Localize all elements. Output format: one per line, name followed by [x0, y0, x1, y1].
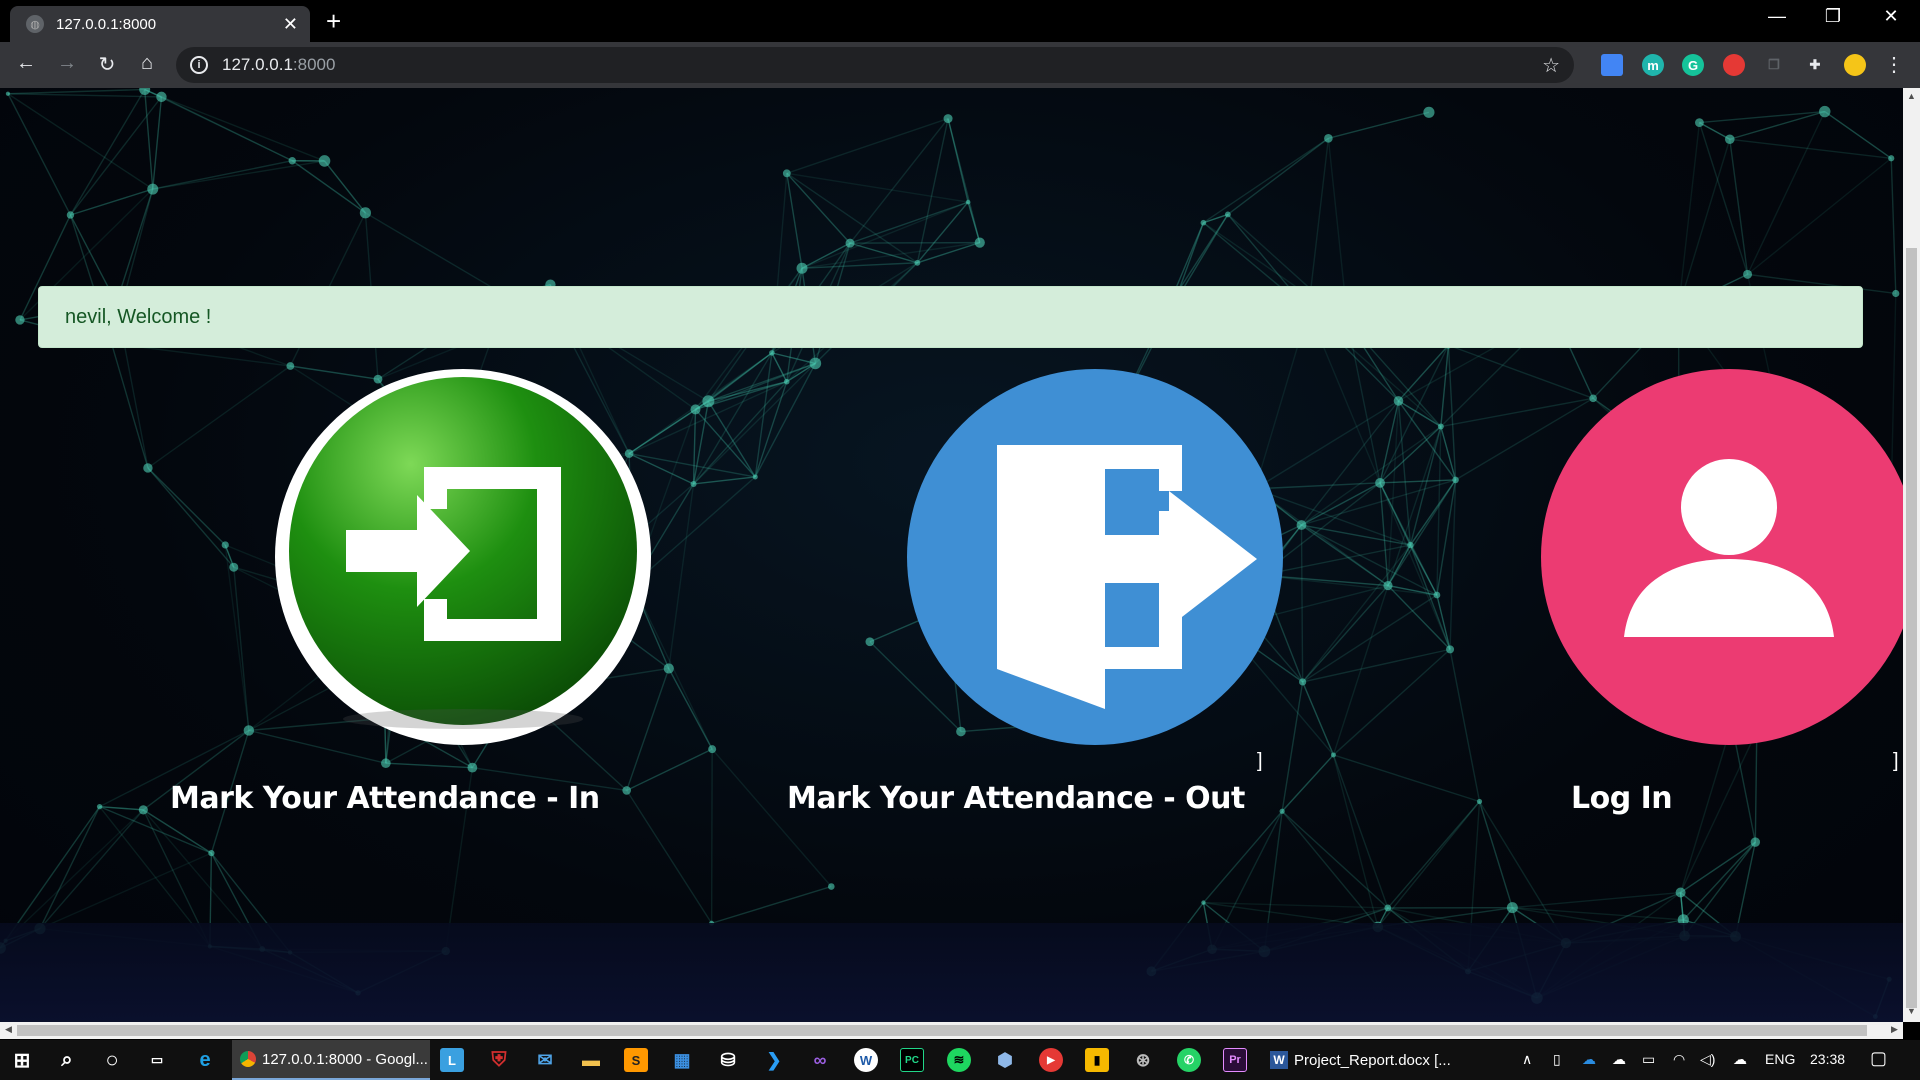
language-indicator[interactable]: ENG	[1765, 1051, 1795, 1067]
reload-button[interactable]: ↻	[93, 52, 121, 77]
browser-toolbar: ← → ↻ ⌂ i 127.0.0.1:8000 ☆ m G ❐ ✚ ⋮	[0, 42, 1920, 88]
clock[interactable]: 23:38	[1810, 1051, 1845, 1067]
page-viewport: nevil, Welcome ! Mark Your Attendance - …	[0, 88, 1903, 1022]
whatsapp-icon[interactable]: ✆	[1177, 1048, 1201, 1072]
new-tab-button[interactable]: +	[326, 8, 341, 34]
onedrive-personal-icon[interactable]: ☁	[1612, 1051, 1626, 1068]
attendance-out-button[interactable]	[907, 369, 1283, 745]
browser-tab-strip: ◍ 127.0.0.1:8000 ✕ + — ❐ ✕	[0, 0, 1920, 42]
window-close-button[interactable]: ✕	[1868, 6, 1914, 27]
search-icon[interactable]: ⌕	[55, 1048, 79, 1072]
steam-icon[interactable]: ⊛	[1131, 1048, 1155, 1072]
taskbar-word-label: Project_Report.docx [...	[1294, 1051, 1451, 1069]
attendance-out-label[interactable]: Mark Your Attendance - Out	[787, 781, 1245, 816]
taskbar-chrome-label: 127.0.0.1:8000 - Googl...	[262, 1050, 428, 1068]
sticky-notes-icon[interactable]: ▮	[1085, 1048, 1109, 1072]
scroll-up-arrow-icon[interactable]: ▲	[1903, 91, 1920, 101]
edge-icon[interactable]: e	[193, 1048, 217, 1072]
url-host: 127.0.0.1	[222, 55, 293, 74]
scroll-right-arrow-icon[interactable]: ▶	[1886, 1024, 1903, 1035]
site-info-icon[interactable]: i	[190, 56, 208, 74]
calculator-grid-icon[interactable]: ▦	[670, 1048, 694, 1072]
sign-in-icon	[289, 377, 637, 729]
scroll-down-arrow-icon[interactable]: ▼	[1903, 1006, 1920, 1016]
store-icon[interactable]: ⛁	[716, 1048, 740, 1072]
tray-overflow-icon[interactable]: ∧	[1522, 1051, 1532, 1068]
minimize-button[interactable]: —	[1754, 6, 1800, 27]
stray-bracket: ]	[1257, 750, 1263, 772]
stray-bracket: ]	[1893, 750, 1899, 772]
windows-start-icon[interactable]: ⊞	[10, 1048, 34, 1072]
forward-button[interactable]: →	[53, 52, 81, 75]
onedrive-icon[interactable]: ☁	[1582, 1051, 1596, 1068]
globe-icon: ◍	[26, 15, 44, 33]
copy-extension-icon[interactable]: ❐	[1763, 54, 1785, 76]
browser-tab[interactable]: ◍ 127.0.0.1:8000 ✕	[10, 6, 310, 42]
cortana-icon[interactable]: ○	[100, 1047, 124, 1072]
cube-app-icon[interactable]: ⬢	[993, 1048, 1017, 1072]
welcome-message: nevil, Welcome !	[65, 305, 212, 328]
media-player-icon[interactable]: ▶	[1039, 1048, 1063, 1072]
bookmark-star-icon[interactable]: ☆	[1542, 53, 1560, 78]
battery-icon[interactable]: ▭	[1642, 1051, 1655, 1068]
footer-band	[0, 923, 1903, 1022]
login-button[interactable]	[1541, 369, 1903, 745]
l-app-icon[interactable]: L	[440, 1048, 464, 1072]
visual-studio-icon[interactable]: ∞	[808, 1048, 832, 1072]
mcafee-icon[interactable]: ⛨	[487, 1048, 511, 1072]
taskbar-chrome-app[interactable]: 127.0.0.1:8000 - Googl...	[232, 1040, 430, 1080]
tray-device-icon[interactable]: ▯	[1553, 1051, 1561, 1068]
tab-close-icon[interactable]: ✕	[283, 14, 298, 35]
chrome-icon	[240, 1051, 256, 1067]
file-explorer-icon[interactable]: ▬	[579, 1048, 603, 1072]
restore-button[interactable]: ❐	[1810, 6, 1856, 27]
grammarly-icon[interactable]: G	[1682, 54, 1704, 76]
scroll-left-arrow-icon[interactable]: ◀	[0, 1024, 17, 1035]
pycharm-icon[interactable]: PC	[900, 1048, 924, 1072]
vertical-scrollbar[interactable]: ▲ ▼	[1903, 88, 1920, 1022]
sublime-icon[interactable]: S	[624, 1048, 648, 1072]
home-button[interactable]: ⌂	[133, 52, 161, 75]
chrome-menu-icon[interactable]: ⋮	[1880, 52, 1908, 77]
address-bar[interactable]: i 127.0.0.1:8000 ☆	[176, 47, 1574, 83]
profile-avatar[interactable]	[1844, 54, 1866, 76]
attendance-in-button[interactable]	[275, 369, 651, 745]
notifications-icon[interactable]: ▢	[1870, 1048, 1887, 1069]
word-icon: W	[1270, 1051, 1288, 1069]
url-port: :8000	[292, 55, 336, 74]
user-icon	[1624, 459, 1834, 637]
mail-icon[interactable]: ✉	[533, 1048, 557, 1072]
back-button[interactable]: ←	[12, 52, 40, 75]
welcome-alert: nevil, Welcome !	[38, 286, 1863, 348]
upload-cloud-icon[interactable]: ☁	[1733, 1051, 1747, 1068]
vertical-scroll-thumb[interactable]	[1906, 248, 1917, 1008]
premiere-icon[interactable]: Pr	[1223, 1048, 1247, 1072]
horizontal-scrollbar[interactable]: ◀ ▶	[0, 1022, 1903, 1039]
sheets-extension-icon[interactable]	[1601, 54, 1623, 76]
horizontal-scroll-thumb[interactable]	[17, 1025, 1867, 1036]
tab-title: 127.0.0.1:8000	[56, 15, 157, 33]
vscode-icon[interactable]: ❯	[762, 1048, 786, 1072]
volume-icon[interactable]: ◁)	[1700, 1051, 1715, 1068]
w-app-icon[interactable]: W	[854, 1048, 878, 1072]
exit-door-icon	[997, 445, 1257, 709]
spotify-icon[interactable]: ≋	[947, 1048, 971, 1072]
taskbar-word-app[interactable]: W Project_Report.docx [...	[1262, 1040, 1460, 1080]
login-label[interactable]: Log In	[1571, 781, 1673, 816]
extensions-puzzle-icon[interactable]: ✚	[1804, 54, 1826, 76]
attendance-in-label[interactable]: Mark Your Attendance - In	[170, 781, 600, 816]
windows-taskbar: ⊞ ⌕ ○ ▭ e 127.0.0.1:8000 - Googl... L ⛨ …	[0, 1040, 1920, 1080]
hand-extension-icon[interactable]	[1723, 54, 1745, 76]
m-extension-icon[interactable]: m	[1642, 54, 1664, 76]
wifi-icon[interactable]: ◠	[1673, 1051, 1685, 1068]
task-view-icon[interactable]: ▭	[145, 1048, 169, 1072]
